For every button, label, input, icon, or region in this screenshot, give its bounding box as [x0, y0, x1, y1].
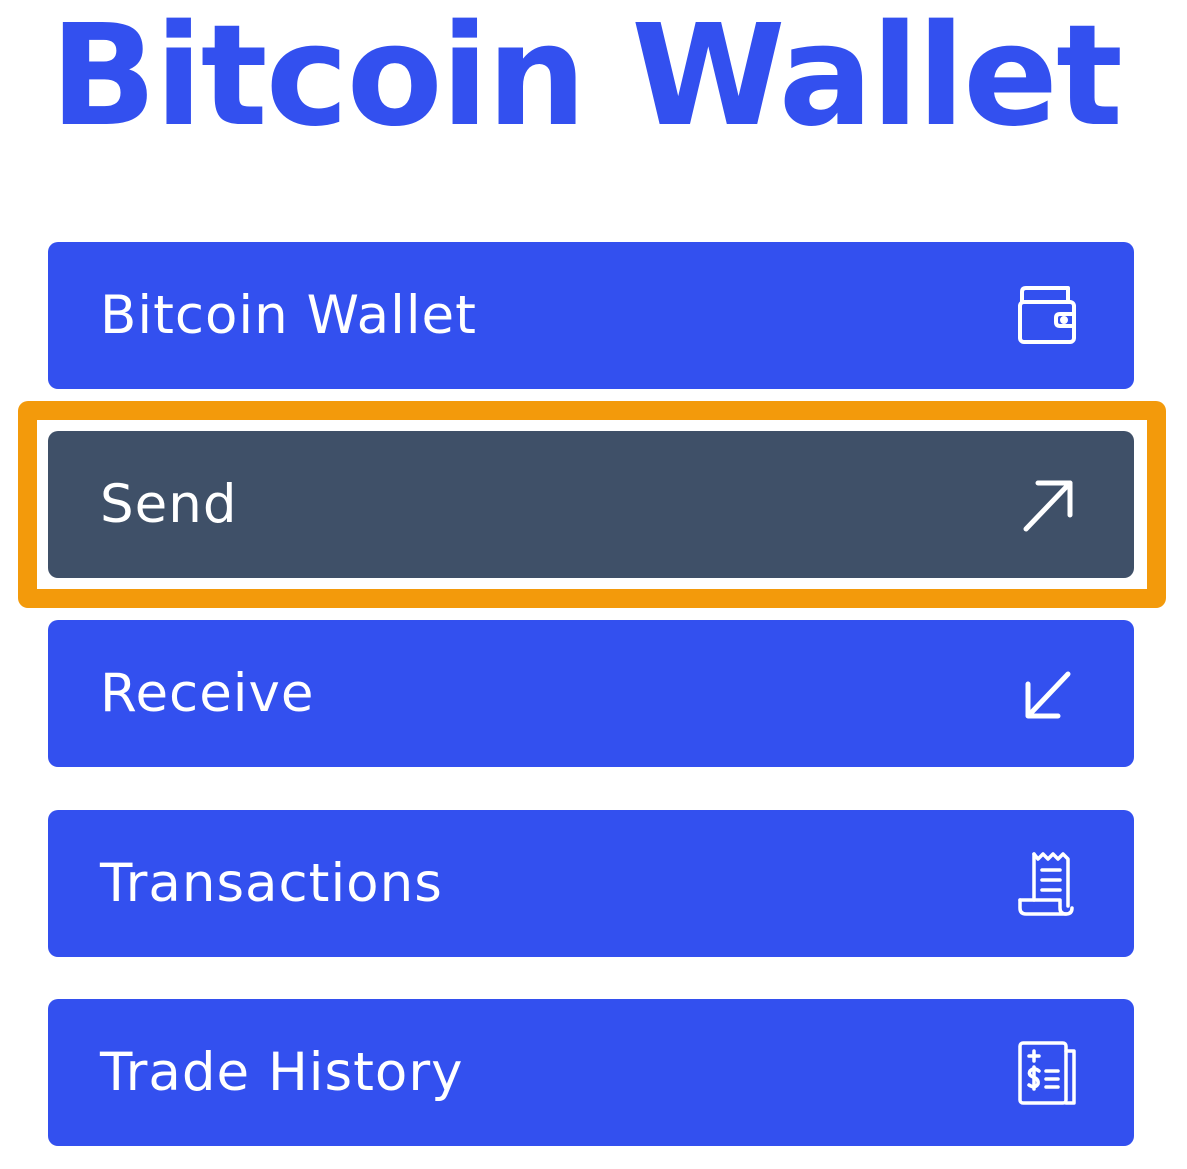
menu-item-label: Transactions — [100, 853, 443, 914]
menu-item-receive[interactable]: Receive — [48, 620, 1134, 767]
menu-item-label: Bitcoin Wallet — [100, 285, 477, 346]
trade-history-icon — [1018, 1040, 1076, 1105]
wallet-icon — [1018, 285, 1076, 344]
menu-item-send[interactable]: Send — [48, 431, 1134, 578]
menu-item-transactions[interactable]: Transactions — [48, 810, 1134, 957]
receipt-icon — [1018, 851, 1074, 916]
arrow-up-right-icon — [1023, 480, 1073, 531]
arrow-down-left-icon — [1025, 671, 1071, 718]
menu-item-label: Receive — [100, 663, 315, 724]
menu-item-bitcoin-wallet[interactable]: Bitcoin Wallet — [48, 242, 1134, 389]
page-title: Bitcoin Wallet — [50, 0, 1123, 158]
menu-item-trade-history[interactable]: Trade History — [48, 999, 1134, 1146]
menu-item-label: Send — [100, 474, 238, 535]
menu-item-label: Trade History — [100, 1042, 464, 1103]
